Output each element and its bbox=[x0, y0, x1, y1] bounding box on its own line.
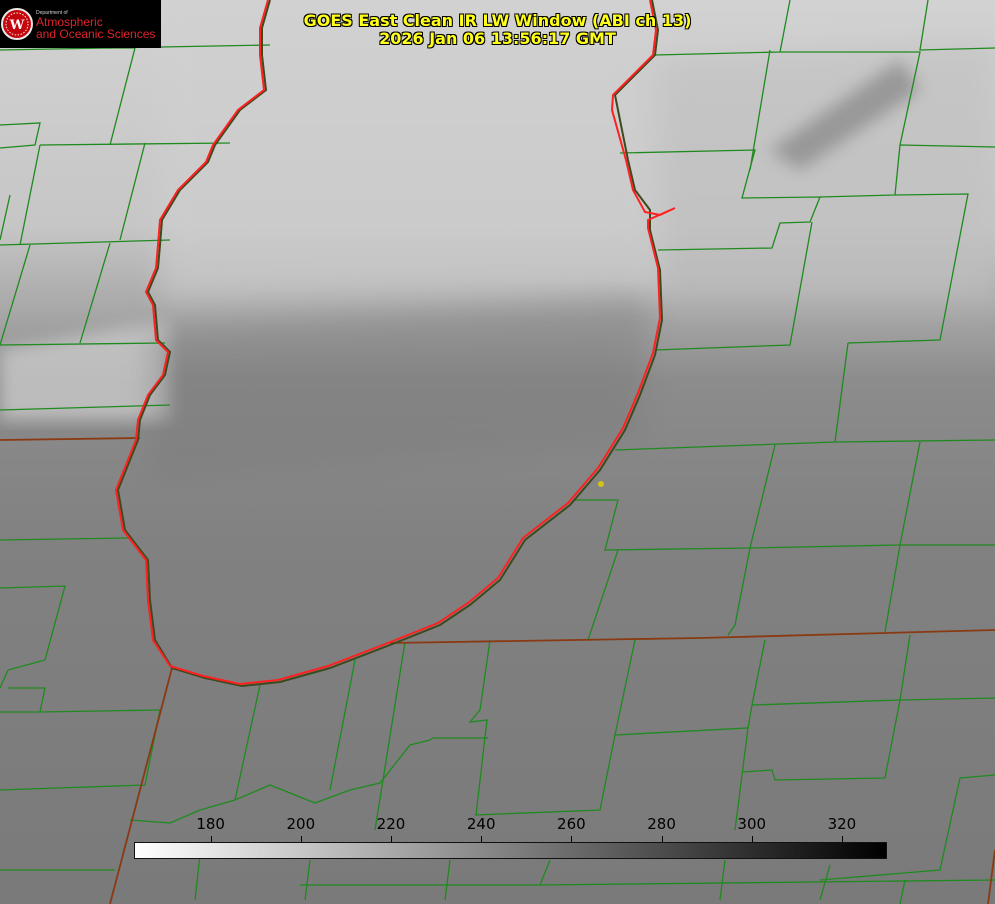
colorbar-tick-label: 280 bbox=[647, 815, 676, 833]
temperature-colorbar bbox=[134, 842, 887, 859]
logo-line2: and Oceanic Sciences bbox=[36, 27, 156, 41]
satellite-map bbox=[0, 0, 995, 904]
colorbar-tick-label: 240 bbox=[466, 815, 496, 833]
colorbar-tick-label: 220 bbox=[376, 815, 406, 833]
colorbar-tick-label: 320 bbox=[827, 815, 857, 833]
colorbar-tick bbox=[661, 836, 663, 842]
colorbar-tick bbox=[481, 836, 483, 842]
colorbar-tick bbox=[841, 836, 843, 842]
colorbar-tick-label: 300 bbox=[737, 815, 767, 833]
colorbar-tick bbox=[391, 836, 392, 842]
colorbar-tick-label: 200 bbox=[286, 815, 316, 833]
cloud-band-east bbox=[640, 40, 995, 300]
colorbar-tick bbox=[300, 836, 302, 842]
satellite-image-view: GOES East Clean IR LW Window (ABI ch 13)… bbox=[0, 0, 995, 904]
location-marker bbox=[598, 481, 604, 487]
colorbar-tick bbox=[751, 836, 753, 842]
colorbar-tick bbox=[210, 836, 212, 842]
uw-crest-icon: W bbox=[1, 8, 33, 40]
colorbar-tick bbox=[571, 836, 573, 842]
aos-logo: W Department of Atmospheric and Oceanic … bbox=[0, 0, 161, 48]
crest-letter: W bbox=[9, 18, 25, 33]
colorbar-tick-label: 260 bbox=[557, 815, 586, 833]
colorbar-tick-label: 180 bbox=[196, 815, 225, 833]
